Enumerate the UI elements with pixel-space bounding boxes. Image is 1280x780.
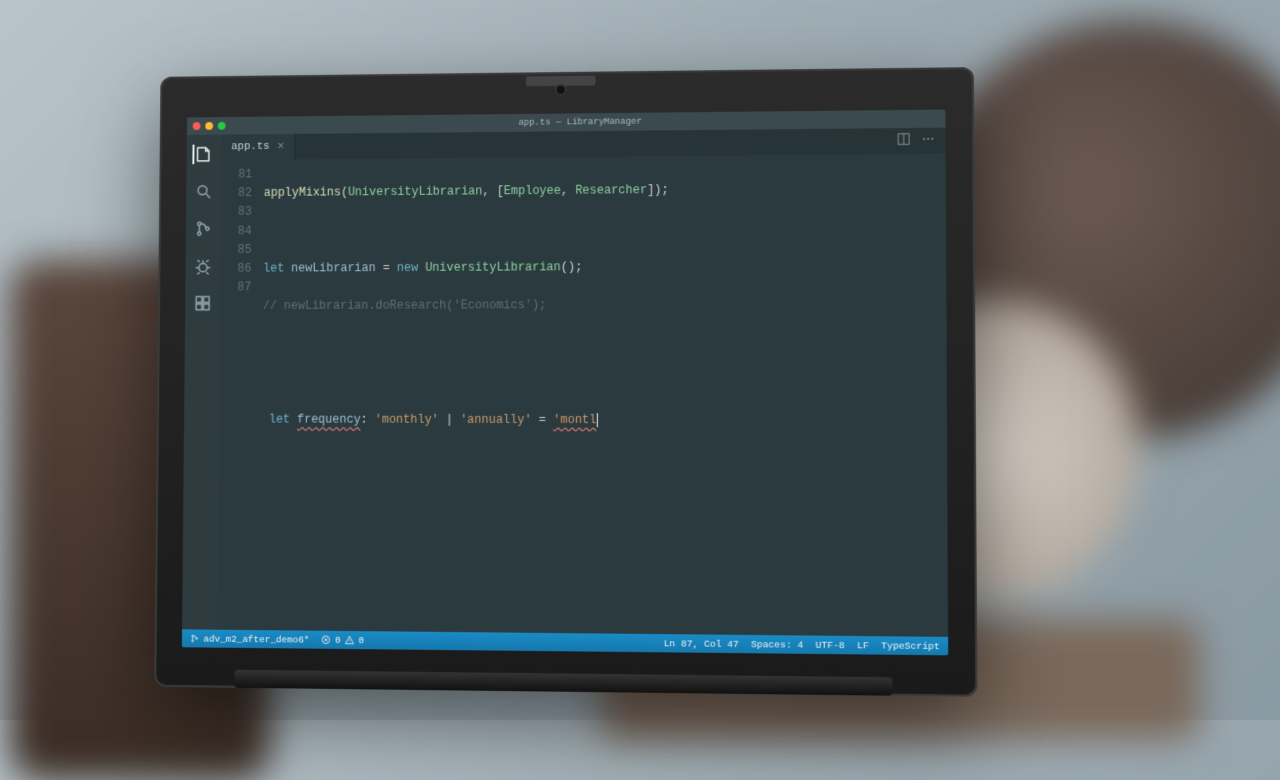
window-zoom-button[interactable] xyxy=(218,122,226,130)
tab-app-ts[interactable]: app.ts × xyxy=(221,134,295,160)
search-icon[interactable] xyxy=(194,182,214,202)
code-editor[interactable]: 81 82 83 84 85 86 87 applyMixins(Univers… xyxy=(217,154,948,637)
problems-status[interactable]: 0 0 xyxy=(321,634,364,645)
laptop-webcam xyxy=(557,86,565,94)
window-minimize-button[interactable] xyxy=(205,122,213,130)
indent-status[interactable]: Spaces: 4 xyxy=(751,639,803,651)
extensions-icon[interactable] xyxy=(193,293,213,313)
code-content[interactable]: applyMixins(UniversityLibrarian, [Employ… xyxy=(256,154,948,637)
git-branch-status[interactable]: adv_m2_after_demo6* xyxy=(190,633,310,645)
line-number-gutter: 81 82 83 84 85 86 87 xyxy=(217,160,260,630)
tab-filename: app.ts xyxy=(231,141,269,153)
more-icon[interactable] xyxy=(921,131,935,150)
eol-status[interactable]: LF xyxy=(857,640,869,651)
debug-icon[interactable] xyxy=(193,256,213,276)
laptop-latch xyxy=(526,76,595,87)
encoding-status[interactable]: UTF-8 xyxy=(816,639,845,651)
laptop: app.ts — LibraryManager xyxy=(154,67,977,697)
editor-group: app.ts × 81 82 xyxy=(217,128,948,637)
editor-window: app.ts — LibraryManager xyxy=(182,110,948,656)
split-editor-icon[interactable] xyxy=(897,131,911,150)
git-icon[interactable] xyxy=(194,219,214,239)
text-cursor xyxy=(596,413,598,427)
language-mode-status[interactable]: TypeScript xyxy=(881,640,940,652)
cursor-position-status[interactable]: Ln 87, Col 47 xyxy=(664,638,739,650)
activity-bar xyxy=(182,135,222,630)
tab-close-icon[interactable]: × xyxy=(277,140,284,154)
files-icon[interactable] xyxy=(192,144,213,164)
window-close-button[interactable] xyxy=(193,122,201,130)
